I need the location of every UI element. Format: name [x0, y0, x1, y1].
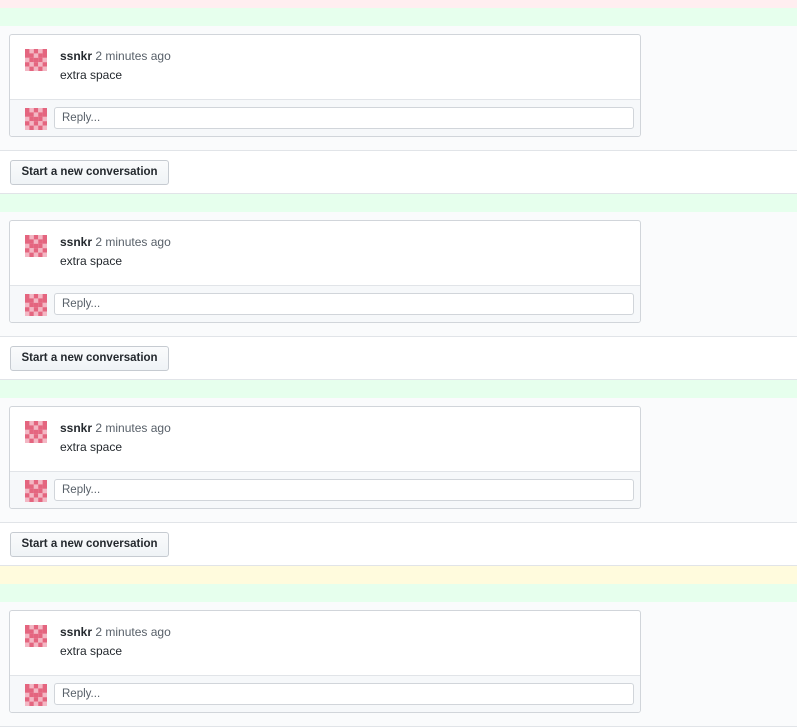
- comment-body: extra space: [60, 440, 123, 454]
- review-comment: ssnkr 2 minutes ago extra space: [10, 611, 640, 677]
- comment-body: extra space: [60, 68, 123, 82]
- new-conversation-strip: Start a new conversation: [0, 523, 797, 566]
- new-conversation-strip: Start a new conversation: [0, 151, 797, 194]
- comment-body: extra space: [60, 254, 123, 268]
- review-comment: ssnkr 2 minutes ago extra space: [10, 35, 640, 101]
- reply-input[interactable]: Reply...: [54, 479, 634, 501]
- reply-input[interactable]: Reply...: [54, 683, 634, 705]
- reply-bar: Reply...: [10, 675, 640, 712]
- comment-time[interactable]: 2 minutes ago: [95, 625, 170, 639]
- diff-line: 112 + loading: false,: [0, 584, 797, 602]
- start-conversation-button[interactable]: Start a new conversation: [10, 346, 169, 371]
- reply-input[interactable]: Reply...: [54, 293, 634, 315]
- reply-input[interactable]: Reply...: [54, 107, 634, 129]
- review-thread-area: ssnkr 2 minutes ago extra space Reply...: [0, 398, 797, 523]
- review-thread-area: ssnkr 2 minutes ago extra space Reply...: [0, 26, 797, 151]
- reply-bar: Reply...: [10, 471, 640, 508]
- avatar[interactable]: [25, 684, 47, 706]
- review-thread-area: ssnkr 2 minutes ago extra space Reply...: [0, 212, 797, 337]
- comment-time[interactable]: 2 minutes ago: [95, 235, 170, 249]
- comment-author[interactable]: ssnkr: [60, 49, 92, 63]
- review-thread: ssnkr 2 minutes ago extra space Reply...: [9, 610, 641, 713]
- diff-line: 109 + navItems: [],: [0, 194, 797, 212]
- comment-time[interactable]: 2 minutes ago: [95, 421, 170, 435]
- reply-bar: Reply...: [10, 99, 640, 136]
- review-comment: ssnkr 2 minutes ago extra space: [10, 407, 640, 473]
- diff-line: 110 + currentChannel: '927',: [0, 380, 797, 398]
- diff-line: 111 + pages: [],: [0, 566, 797, 584]
- avatar[interactable]: [25, 49, 47, 71]
- reply-bar: Reply...: [10, 285, 640, 322]
- comment-body: extra space: [60, 644, 123, 658]
- review-thread: ssnkr 2 minutes ago extra space Reply...: [9, 406, 641, 509]
- avatar[interactable]: [25, 625, 47, 647]
- avatar[interactable]: [25, 421, 47, 443]
- new-conversation-strip: Start a new conversation: [0, 337, 797, 380]
- avatar[interactable]: [25, 235, 47, 257]
- avatar[interactable]: [25, 108, 47, 130]
- avatar[interactable]: [25, 294, 47, 316]
- diff-line: 108 + videos: [],: [0, 8, 797, 26]
- review-thread-area: ssnkr 2 minutes ago extra space Reply...: [0, 602, 797, 727]
- comment-time[interactable]: 2 minutes ago: [95, 49, 170, 63]
- review-thread: ssnkr 2 minutes ago extra space Reply...: [9, 34, 641, 137]
- start-conversation-button[interactable]: Start a new conversation: [10, 532, 169, 557]
- review-comment: ssnkr 2 minutes ago extra space: [10, 221, 640, 287]
- start-conversation-button[interactable]: Start a new conversation: [10, 160, 169, 185]
- comment-author[interactable]: ssnkr: [60, 625, 92, 639]
- avatar[interactable]: [25, 480, 47, 502]
- comment-author[interactable]: ssnkr: [60, 421, 92, 435]
- review-thread: ssnkr 2 minutes ago extra space Reply...: [9, 220, 641, 323]
- comment-author[interactable]: ssnkr: [60, 235, 92, 249]
